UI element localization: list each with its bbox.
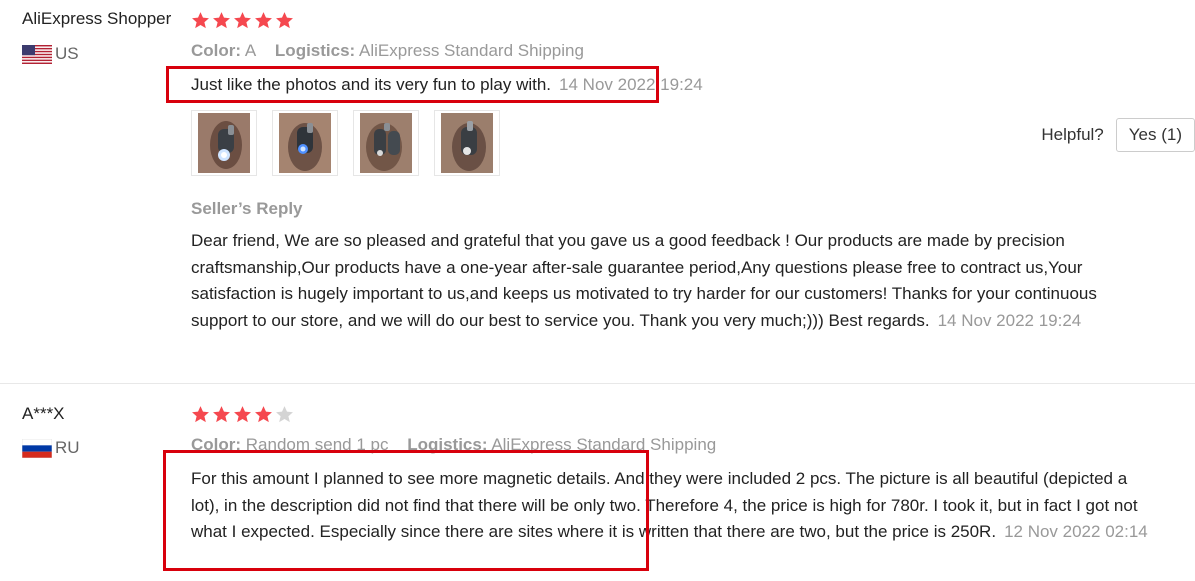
helpful-section: Helpful? Yes (1) [1041, 118, 1195, 152]
logistics-value: AliExpress Standard Shipping [359, 41, 584, 60]
ru-flag-icon [22, 438, 52, 458]
rating-stars [191, 405, 294, 424]
review-date: 12 Nov 2022 02:14 [1004, 522, 1148, 542]
review-item: AliExpress Shopper US Color: A Logistics… [0, 0, 1195, 384]
rating-stars [191, 11, 294, 30]
star-filled-icon [255, 12, 272, 29]
review-photos [191, 110, 500, 176]
review-photo-thumbnail[interactable] [353, 110, 419, 176]
review-photo-thumbnail[interactable] [191, 110, 257, 176]
logistics-label: Logistics: [274, 41, 356, 60]
reviewer-name: A***X [22, 404, 65, 423]
logistics-label: Logistics: [407, 435, 488, 454]
reviewer-country: US [22, 44, 79, 64]
review-meta: Color: A Logistics: AliExpress Standard … [191, 41, 584, 61]
review-text: Just like the photos and its very fun to… [191, 72, 1151, 99]
logistics-value: AliExpress Standard Shipping [491, 435, 717, 454]
star-filled-icon [213, 406, 230, 423]
star-filled-icon [213, 12, 230, 29]
color-value: Random send 1 pc [245, 435, 389, 454]
review-photo-thumbnail[interactable] [434, 110, 500, 176]
star-filled-icon [192, 406, 209, 423]
review-meta: Color: Random send 1 pc Logistics: AliEx… [191, 435, 716, 455]
color-label: Color: [191, 41, 242, 60]
star-filled-icon [255, 406, 272, 423]
color-label: Color: [191, 435, 242, 454]
seller-reply-date: 14 Nov 2022 19:24 [937, 310, 1082, 330]
star-filled-icon [234, 12, 251, 29]
review-text: For this amount I planned to see more ma… [191, 466, 1151, 546]
color-value: A [244, 41, 257, 60]
star-filled-icon [192, 12, 209, 29]
country-code: RU [55, 438, 80, 457]
reviewer-country: RU [22, 438, 80, 458]
reviewer-name: AliExpress Shopper [22, 9, 172, 28]
review-date: 14 Nov 2022 19:24 [559, 75, 703, 94]
star-filled-icon [234, 406, 251, 423]
seller-reply-title: Seller’s Reply [191, 199, 303, 218]
us-flag-icon [22, 44, 52, 64]
review-item: A***X RU Color: Random send 1 pc Logisti… [0, 384, 1195, 581]
country-code: US [55, 44, 79, 63]
star-empty-icon [276, 406, 293, 423]
helpful-yes-button[interactable]: Yes (1) [1115, 118, 1195, 152]
review-body: Just like the photos and its very fun to… [191, 75, 552, 94]
review-body: For this amount I planned to see more ma… [191, 469, 1138, 542]
helpful-label: Helpful? [1041, 125, 1104, 144]
seller-reply-text: Dear friend, We are so pleased and grate… [191, 228, 1151, 334]
review-photo-thumbnail[interactable] [272, 110, 338, 176]
star-filled-icon [276, 12, 293, 29]
